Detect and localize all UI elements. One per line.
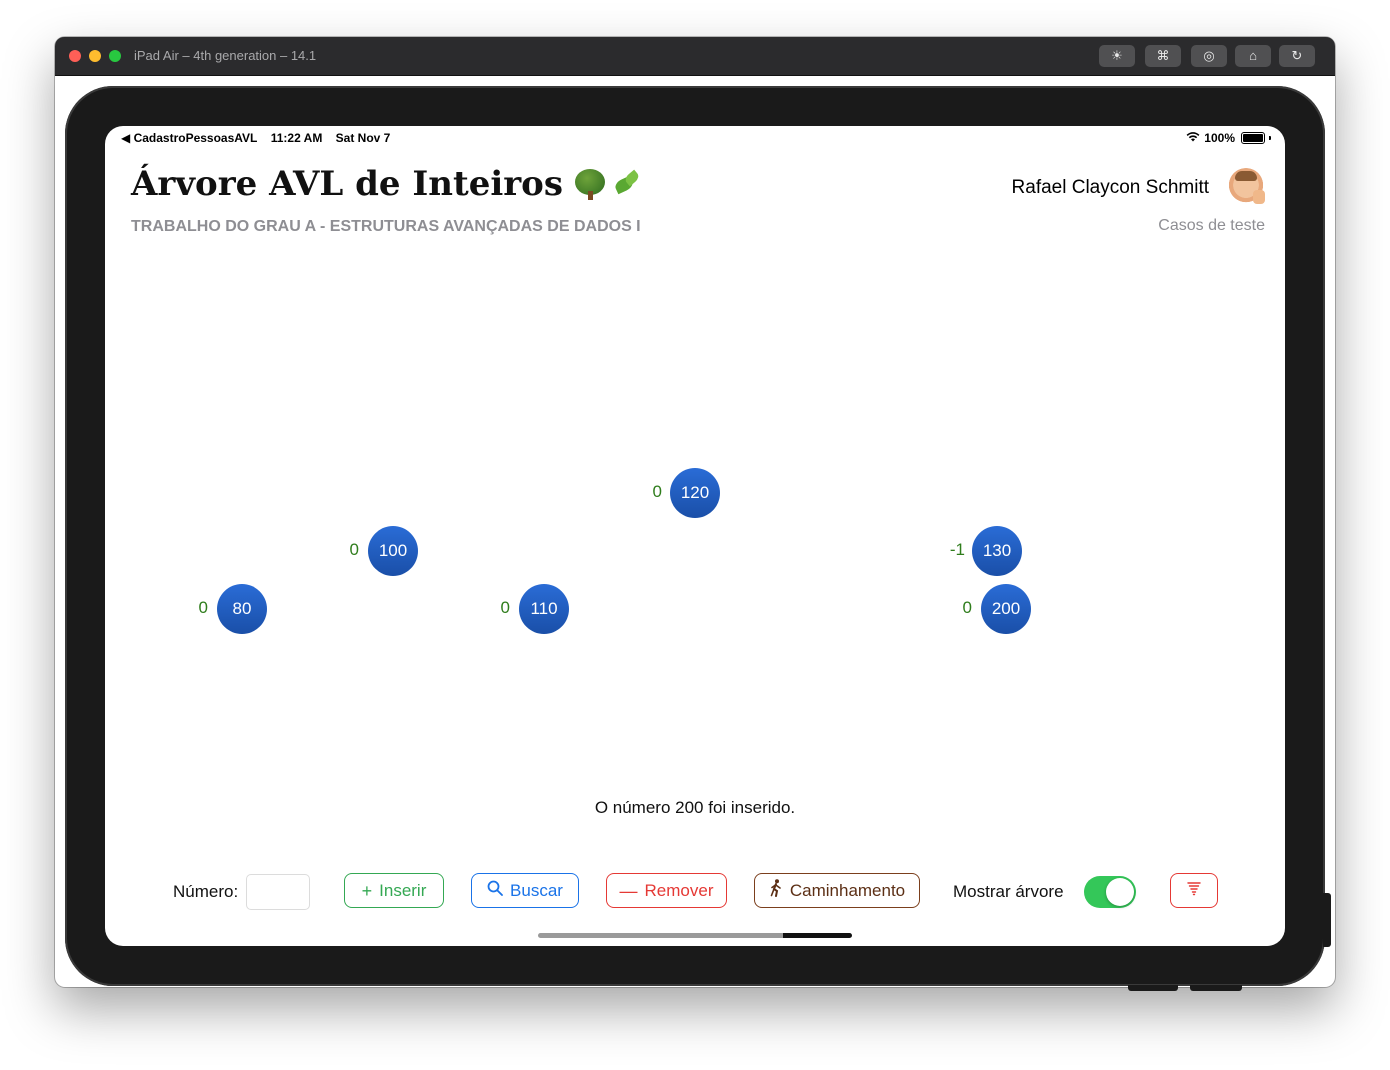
status-bar-right: 100%: [1186, 131, 1271, 145]
remove-button-label: Remover: [644, 880, 714, 900]
search-icon: [487, 880, 503, 901]
minus-icon: —: [619, 880, 638, 901]
tree-node[interactable]: 100: [368, 526, 418, 576]
battery-percent: 100%: [1204, 131, 1235, 145]
battery-tip: [1269, 136, 1271, 140]
minimize-window-button[interactable]: [89, 50, 101, 62]
node-balance: 0: [652, 482, 662, 501]
close-window-button[interactable]: [69, 50, 81, 62]
device-volume-button: [1128, 985, 1178, 991]
traversal-button[interactable]: Caminhamento: [754, 873, 920, 908]
status-date: Sat Nov 7: [335, 131, 391, 145]
home-indicator[interactable]: [538, 933, 852, 938]
maximize-window-button[interactable]: [109, 50, 121, 62]
rotate-icon[interactable]: ↻: [1279, 45, 1315, 67]
tornado-icon: [1186, 880, 1202, 901]
page-subtitle: TRABALHO DO GRAU A - ESTRUTURAS AVANÇADA…: [131, 218, 641, 235]
author-name: Rafael Claycon Schmitt: [1011, 177, 1209, 198]
node-balance: -1: [949, 540, 965, 559]
simulator-titlebar: iPad Air – 4th generation – 14.1 ☀ ⌘ ◎ ⌂…: [55, 37, 1335, 76]
device-volume-button: [1190, 985, 1242, 991]
status-time: 11:22 AM: [270, 131, 323, 145]
status-message: O número 200 foi inserido.: [594, 798, 796, 817]
show-tree-toggle[interactable]: [1084, 876, 1136, 908]
test-cases-link[interactable]: Casos de teste: [1158, 217, 1265, 235]
insert-button-label: Inserir: [379, 880, 427, 900]
screenshot-icon[interactable]: ◎: [1191, 45, 1227, 67]
traversal-button-label: Caminhamento: [789, 880, 906, 900]
page-title-text: Árvore AVL de Inteiros: [131, 164, 563, 204]
status-bar-left: ◀ CadastroPessoasAVL 11:22 AM Sat Nov 7: [121, 131, 400, 145]
walking-person-icon: [769, 879, 783, 902]
node-balance: 0: [500, 598, 510, 617]
node-balance: 0: [198, 598, 208, 617]
tree-node[interactable]: 120: [670, 468, 720, 518]
tree-icon: [575, 169, 605, 200]
tornado-button[interactable]: [1170, 873, 1218, 908]
tree-node[interactable]: 80: [217, 584, 267, 634]
toggle-knob: [1106, 878, 1134, 906]
wifi-icon: [1186, 131, 1200, 145]
search-button[interactable]: Buscar: [471, 873, 579, 908]
battery-icon: [1241, 132, 1265, 144]
tree-node[interactable]: 130: [972, 526, 1022, 576]
insert-button[interactable]: + Inserir: [344, 873, 444, 908]
command-icon[interactable]: ⌘: [1145, 45, 1181, 67]
simulator-title: iPad Air – 4th generation – 14.1: [134, 48, 317, 63]
node-balance: 0: [349, 540, 359, 559]
plus-icon: +: [361, 880, 373, 901]
device-side-button: [1323, 893, 1331, 947]
back-to-app-link[interactable]: ◀ CadastroPessoasAVL: [121, 131, 257, 145]
remove-button[interactable]: — Remover: [606, 873, 727, 908]
tree-node[interactable]: 110: [519, 584, 569, 634]
ipad-screen: ◀ CadastroPessoasAVL 11:22 AM Sat Nov 7 …: [105, 126, 1285, 946]
leaf-icon: [611, 169, 641, 197]
home-icon[interactable]: ⌂: [1235, 45, 1271, 67]
node-balance: 0: [962, 598, 972, 617]
page-title: Árvore AVL de Inteiros: [131, 164, 641, 204]
number-label: Número:: [173, 882, 239, 901]
number-input[interactable]: [246, 874, 310, 910]
brightness-icon[interactable]: ☀: [1099, 45, 1135, 67]
show-tree-label: Mostrar árvore: [953, 882, 1064, 901]
tree-node[interactable]: 200: [981, 584, 1031, 634]
search-button-label: Buscar: [510, 880, 563, 900]
avatar: [1227, 168, 1265, 206]
